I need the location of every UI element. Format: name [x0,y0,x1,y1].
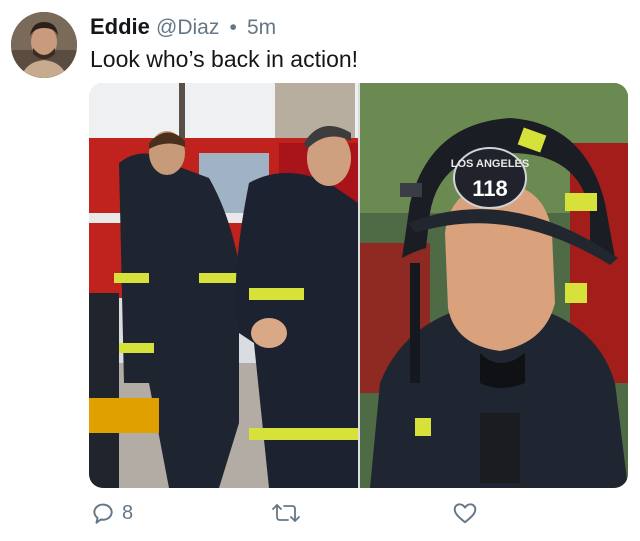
firefighters-illustration [89,83,358,488]
reply-icon [93,503,113,524]
separator-dot: • [229,16,237,39]
helmet-number: 118 [472,176,508,201]
helmet-shield-text: LOS ANGELES [451,158,529,170]
user-handle[interactable]: @Diaz [156,16,219,39]
firefighter-helmet-photo[interactable]: LOS ANGELES 118 [360,83,628,488]
tweet-text: Look who’s back in action! [90,46,359,72]
tweet-header: Eddie @Diaz • 5m [90,14,276,40]
heart-icon [453,503,477,524]
retweet-button[interactable] [271,500,301,526]
firefighter-helmet-illustration: LOS ANGELES 118 [360,83,628,488]
firefighters-photo[interactable] [89,83,358,488]
timestamp[interactable]: 5m [247,16,276,39]
reply-count: 8 [122,501,134,524]
like-button[interactable] [452,500,478,526]
avatar-image [11,12,77,78]
avatar[interactable] [11,12,77,78]
display-name[interactable]: Eddie [90,14,150,39]
reply-button[interactable]: 8 [90,500,133,526]
tweet-actions: 8 [0,500,640,534]
retweet-icon [272,504,300,522]
media-grid: LOS ANGELES 118 [89,83,628,488]
